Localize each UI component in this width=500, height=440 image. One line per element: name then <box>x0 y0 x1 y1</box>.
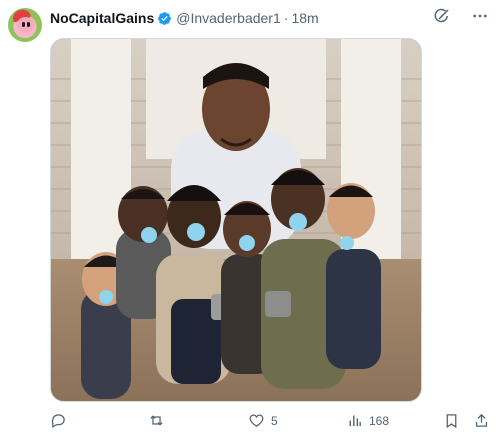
tweet: NoCapitalGains @Invaderbader1 · 18m 5 16… <box>0 0 500 440</box>
bookmark-action[interactable] <box>443 412 460 429</box>
reply-icon <box>51 414 65 429</box>
retweet-icon <box>150 415 163 426</box>
heart-icon <box>249 414 264 427</box>
share-action[interactable] <box>473 412 490 429</box>
share-icon <box>475 413 488 427</box>
display-name[interactable]: NoCapitalGains <box>50 10 154 26</box>
reply-action[interactable] <box>50 412 73 429</box>
views-icon <box>349 415 361 427</box>
tweet-header: NoCapitalGains @Invaderbader1 · 18m <box>50 9 319 27</box>
tweet-image[interactable] <box>50 38 422 402</box>
action-bar: 5 168 <box>50 412 490 434</box>
like-action[interactable]: 5 <box>248 412 278 429</box>
left-column <box>71 39 131 269</box>
post-time[interactable]: 18m <box>291 10 318 26</box>
retweet-action[interactable] <box>148 412 171 429</box>
profile-avatar[interactable] <box>8 8 42 42</box>
grok-icon[interactable] <box>432 6 452 26</box>
avatar-face <box>17 17 34 32</box>
top-right-icons <box>432 6 490 26</box>
user-handle[interactable]: @Invaderbader1 <box>176 10 281 26</box>
baby-6 <box>326 183 381 369</box>
views-action[interactable]: 168 <box>346 412 389 429</box>
header-separator: · <box>283 10 289 26</box>
like-count: 5 <box>271 413 278 428</box>
views-count: 168 <box>369 413 390 428</box>
more-icon[interactable] <box>470 6 490 26</box>
verified-badge-icon <box>157 11 172 26</box>
bookmark-icon <box>446 414 457 429</box>
